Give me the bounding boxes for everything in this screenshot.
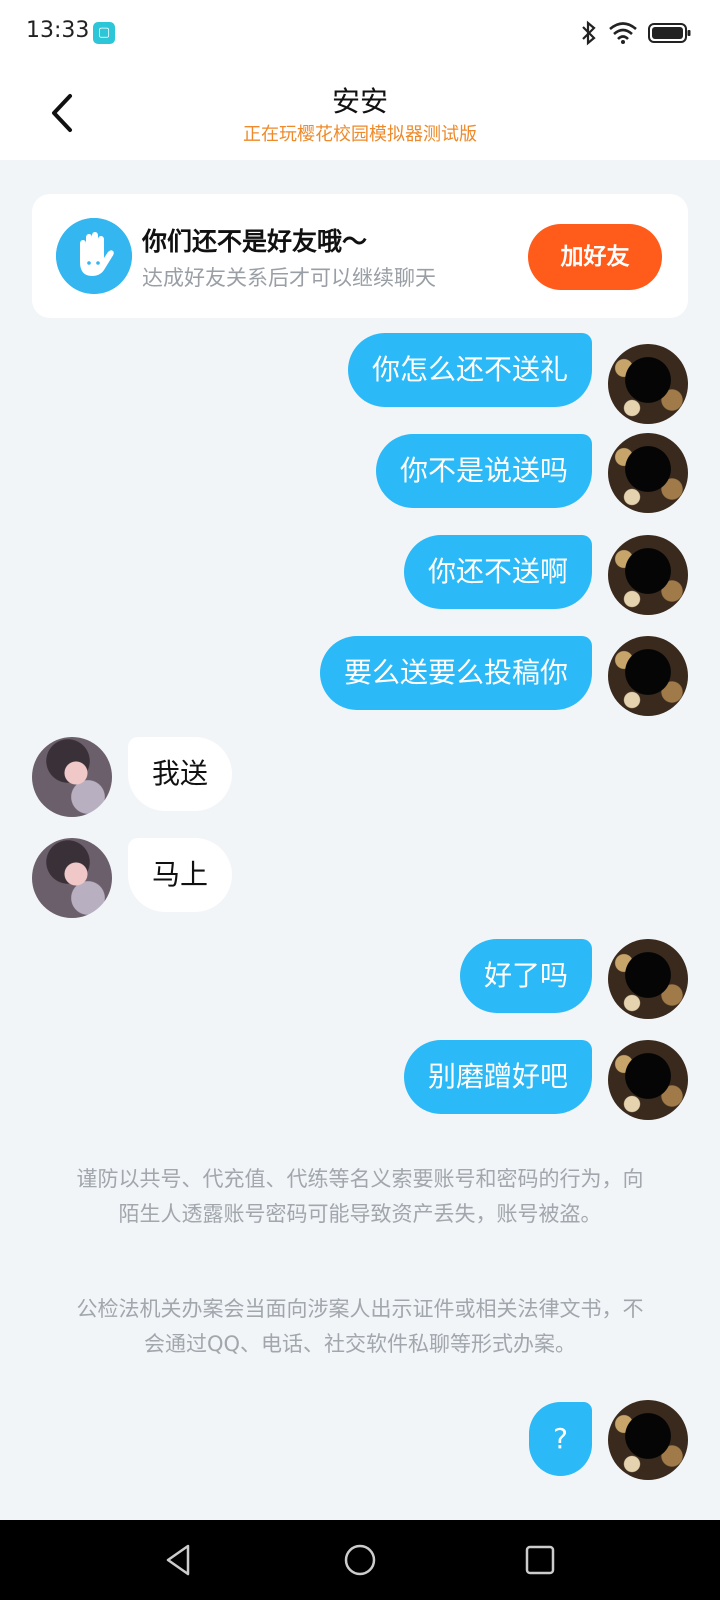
message-bubble-sent[interactable]: 别磨蹭好吧 bbox=[403, 1040, 592, 1114]
not-friends-card: 你们还不是好友哦～ 达成好友关系后才可以继续聊天 加好友 bbox=[32, 194, 688, 318]
message-bubble-sent[interactable]: 你还不送啊 bbox=[403, 535, 592, 609]
status-bar: 13:33 ▢ bbox=[0, 0, 720, 68]
message-bubble-sent[interactable]: 好了吗 bbox=[459, 939, 592, 1013]
contact-name: 安安 bbox=[331, 85, 388, 118]
bluetooth-icon bbox=[582, 20, 596, 46]
add-friend-button[interactable]: 加好友 bbox=[528, 224, 662, 290]
not-friends-subtitle: 达成好友关系后才可以继续聊天 bbox=[142, 266, 436, 290]
app-notification-icon: ▢ bbox=[93, 22, 115, 44]
my-avatar[interactable] bbox=[608, 433, 688, 513]
waving-hand-icon bbox=[56, 218, 132, 294]
message-bubble-received[interactable]: 马上 bbox=[128, 838, 233, 912]
message-bubble-received[interactable]: 我送 bbox=[128, 737, 233, 811]
my-avatar[interactable] bbox=[608, 636, 688, 716]
message-bubble-sent[interactable]: ? bbox=[529, 1402, 592, 1476]
safety-notice: 谨防以共号、代充值、代练等名义索要账号和密码的行为，向陌生人透露账号密码可能导致… bbox=[76, 1167, 644, 1226]
my-avatar[interactable] bbox=[608, 1400, 688, 1480]
my-avatar[interactable] bbox=[608, 535, 688, 615]
my-avatar[interactable] bbox=[608, 1040, 688, 1120]
contact-avatar[interactable] bbox=[32, 838, 112, 918]
nav-back-icon[interactable] bbox=[156, 1536, 204, 1584]
status-time: 13:33 bbox=[26, 18, 90, 43]
message-bubble-sent[interactable]: 你怎么还不送礼 bbox=[347, 333, 592, 407]
message-bubble-sent[interactable]: 你不是说送吗 bbox=[375, 434, 592, 508]
my-avatar[interactable] bbox=[608, 344, 688, 424]
message-bubble-sent[interactable]: 要么送要么投稿你 bbox=[319, 636, 592, 710]
my-avatar[interactable] bbox=[608, 939, 688, 1019]
nav-recents-icon[interactable] bbox=[516, 1536, 564, 1584]
nav-home-icon[interactable] bbox=[336, 1536, 384, 1584]
safety-notice: 公检法机关办案会当面向涉案人出示证件或相关法律文书，不会通过QQ、电话、社交软件… bbox=[76, 1297, 644, 1356]
not-friends-title: 你们还不是好友哦～ bbox=[142, 227, 368, 256]
contact-game-status: 正在玩樱花校园模拟器测试版 bbox=[243, 124, 477, 145]
wifi-icon bbox=[609, 22, 637, 44]
battery-icon bbox=[648, 23, 691, 43]
chat-header: 安安 正在玩樱花校园模拟器测试版 bbox=[0, 68, 720, 160]
contact-avatar[interactable] bbox=[32, 737, 112, 817]
system-navigation-bar bbox=[0, 1520, 720, 1600]
